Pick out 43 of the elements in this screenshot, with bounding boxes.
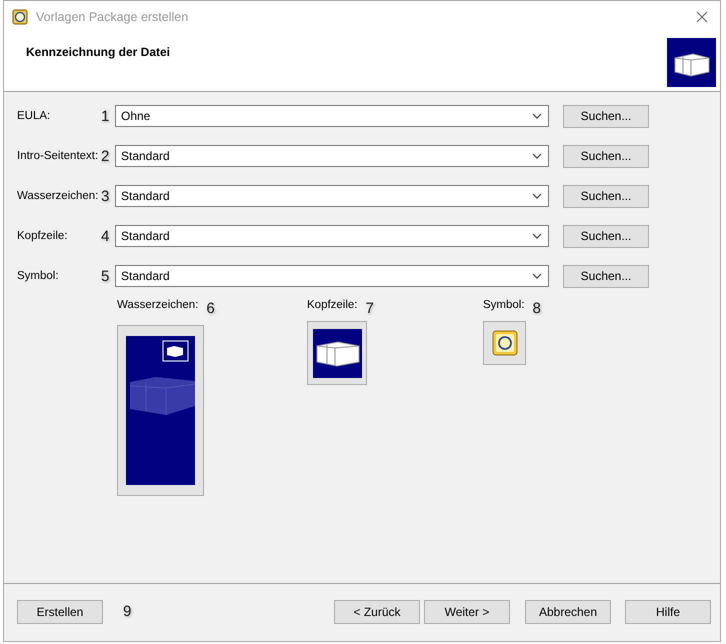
callout-number: 3	[101, 188, 110, 204]
browse-button[interactable]: Suchen...	[563, 184, 649, 208]
window-title: Vorlagen Package erstellen	[36, 10, 190, 24]
browse-button[interactable]: Suchen...	[563, 224, 649, 248]
callout-number: 2	[101, 148, 110, 164]
callout-number: 7	[366, 301, 375, 316]
chevron-icon	[532, 233, 542, 239]
field-label: Kopfzeile:	[17, 230, 69, 242]
field-label: Intro-Seitentext:	[17, 150, 100, 162]
preview-label: Wasserzeichen:	[117, 299, 198, 311]
browse-button[interactable]: Suchen...	[563, 104, 649, 128]
preview-label: Kopfzeile:	[307, 299, 358, 311]
wizard-button[interactable]: Weiter >	[424, 600, 510, 624]
callout-number: 5	[101, 268, 110, 284]
field-label: Wasserzeichen:	[17, 190, 100, 202]
dropdown[interactable]: Ohne	[115, 105, 549, 127]
field-label: EULA:	[17, 110, 52, 122]
app-icon	[12, 9, 28, 25]
dropdown[interactable]: Standard	[115, 265, 549, 287]
wizard-button[interactable]: < Zurück	[334, 600, 420, 624]
dropdown[interactable]: Standard	[115, 225, 549, 247]
chevron-icon	[532, 113, 542, 119]
callout-number: 9	[123, 604, 132, 619]
create-button[interactable]: Erstellen	[17, 600, 103, 624]
dropdown[interactable]: Standard	[115, 185, 549, 207]
wizard-button[interactable]: Hilfe	[625, 600, 711, 624]
package-icon	[312, 328, 362, 378]
callout-number: 4	[101, 228, 110, 244]
chevron-icon	[532, 193, 542, 199]
header-title: Kennzeichnung der Datei	[26, 45, 170, 59]
browse-button[interactable]: Suchen...	[563, 264, 649, 288]
callout-number: 1	[101, 108, 110, 124]
field-label: Symbol:	[17, 270, 60, 282]
preview-label: Symbol:	[483, 299, 525, 311]
package-icon	[667, 38, 716, 87]
close-icon[interactable]	[696, 11, 708, 23]
callout-number: 6	[206, 301, 216, 316]
dropdown[interactable]: Standard	[115, 145, 549, 167]
chevron-icon	[532, 153, 542, 159]
browse-button[interactable]: Suchen...	[563, 144, 649, 168]
chevron-icon	[532, 273, 542, 279]
wizard-button[interactable]: Abbrechen	[525, 600, 611, 624]
callout-number: 8	[532, 301, 542, 316]
